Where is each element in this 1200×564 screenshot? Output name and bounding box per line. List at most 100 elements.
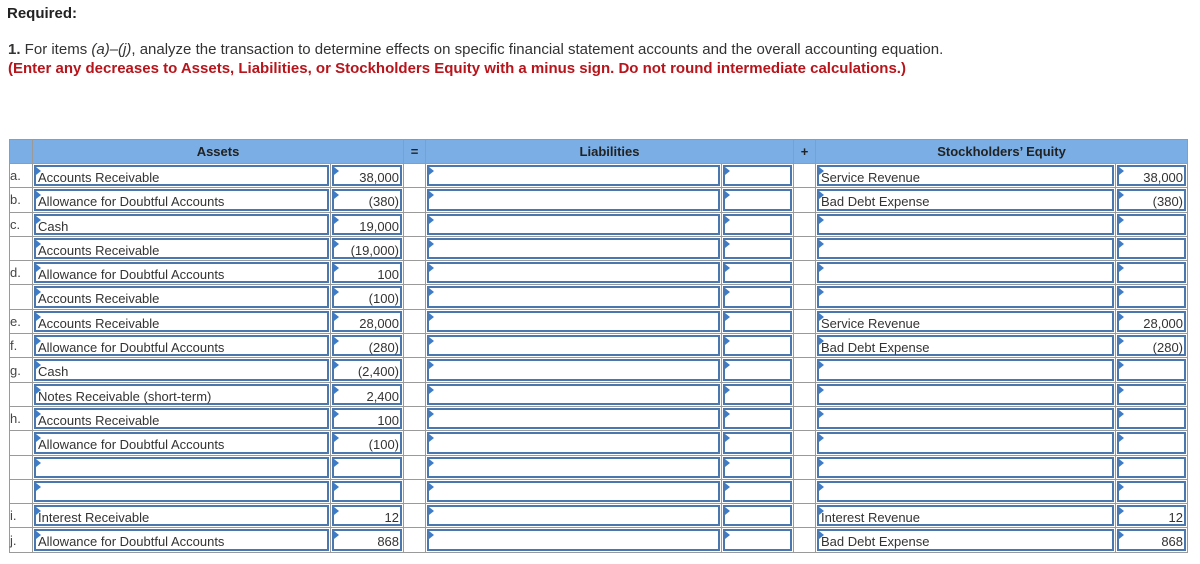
liability-account-dropdown[interactable] xyxy=(427,480,721,503)
equity-account-dropdown[interactable] xyxy=(817,407,1115,430)
equity-amount-input[interactable] xyxy=(1117,359,1187,381)
liability-account-dropdown[interactable] xyxy=(427,432,721,454)
liability-account-dropdown[interactable] xyxy=(427,189,721,211)
asset-account-dropdown[interactable]: Allowance for Doubtful Accounts xyxy=(34,432,329,454)
asset-account-dropdown[interactable]: Accounts Receivable xyxy=(34,165,329,187)
asset-account-dropdown[interactable]: Cash xyxy=(34,359,329,381)
liability-amount-input[interactable] xyxy=(723,286,793,308)
liability-amount-input[interactable] xyxy=(723,335,793,357)
liability-account-dropdown[interactable] xyxy=(427,310,721,333)
equity-amount-input[interactable] xyxy=(1117,480,1187,503)
equity-account-dropdown[interactable] xyxy=(817,213,1115,235)
liability-account-dropdown[interactable] xyxy=(427,383,721,405)
asset-account-dropdown[interactable]: Accounts Receivable xyxy=(34,310,329,333)
liability-amount-input[interactable] xyxy=(723,505,793,527)
equity-account-dropdown[interactable]: Interest Revenue xyxy=(817,505,1115,527)
liability-account-dropdown[interactable] xyxy=(427,237,721,260)
asset-amount-input[interactable]: 2,400 xyxy=(332,383,403,405)
operator-spacer xyxy=(403,308,427,335)
header-row: Assets = Liabilities + Stockholders’ Equ… xyxy=(9,139,1189,164)
liability-amount-input[interactable] xyxy=(723,310,793,333)
liability-account-dropdown[interactable] xyxy=(427,213,721,235)
liability-account-dropdown[interactable] xyxy=(427,262,721,284)
equity-amount-input[interactable] xyxy=(1117,237,1187,260)
equity-account-dropdown[interactable] xyxy=(817,432,1115,454)
asset-amount-input[interactable]: (19,000) xyxy=(332,237,403,260)
asset-amount-input[interactable]: (100) xyxy=(332,432,403,454)
asset-amount-input[interactable]: 100 xyxy=(332,262,403,284)
liability-account-dropdown[interactable] xyxy=(427,407,721,430)
equity-amount-input[interactable] xyxy=(1117,213,1187,235)
asset-amount-input[interactable]: 868 xyxy=(332,529,403,551)
liability-account-dropdown[interactable] xyxy=(427,529,721,551)
liability-account-dropdown[interactable] xyxy=(427,359,721,381)
asset-amount-input[interactable]: 38,000 xyxy=(332,165,403,187)
equity-amount-input[interactable] xyxy=(1117,456,1187,478)
equity-amount-input[interactable]: 38,000 xyxy=(1117,165,1187,187)
liability-amount-input[interactable] xyxy=(723,262,793,284)
asset-account-dropdown[interactable]: Allowance for Doubtful Accounts xyxy=(34,335,329,357)
equity-account-dropdown[interactable]: Bad Debt Expense xyxy=(817,189,1115,211)
equity-amount-input[interactable] xyxy=(1117,383,1187,405)
asset-amount-input[interactable]: (2,400) xyxy=(332,359,403,381)
asset-account-dropdown[interactable]: Allowance for Doubtful Accounts xyxy=(34,262,329,284)
liability-amount-input[interactable] xyxy=(723,237,793,260)
liability-amount-input[interactable] xyxy=(723,189,793,211)
liability-amount-input[interactable] xyxy=(723,456,793,478)
equity-amount-input[interactable]: 28,000 xyxy=(1117,310,1187,333)
equity-account-dropdown[interactable]: Bad Debt Expense xyxy=(817,335,1115,357)
equity-account-dropdown[interactable] xyxy=(817,456,1115,478)
equity-account-dropdown[interactable] xyxy=(817,237,1115,260)
liability-account-dropdown[interactable] xyxy=(427,335,721,357)
equity-amount-input[interactable] xyxy=(1117,407,1187,430)
equity-amount-input[interactable]: (380) xyxy=(1117,189,1187,211)
liability-amount-input[interactable] xyxy=(723,213,793,235)
equity-account-dropdown[interactable] xyxy=(817,359,1115,381)
liability-account-dropdown[interactable] xyxy=(427,286,721,308)
liability-account-dropdown[interactable] xyxy=(427,456,721,478)
equity-account-dropdown[interactable]: Service Revenue xyxy=(817,310,1115,333)
liability-amount-input[interactable] xyxy=(723,165,793,187)
equity-amount-input[interactable]: 12 xyxy=(1117,505,1187,527)
account-name: Notes Receivable (short-term) xyxy=(38,388,212,404)
liability-amount-input[interactable] xyxy=(723,480,793,503)
equity-account-dropdown[interactable] xyxy=(817,383,1115,405)
asset-account-dropdown[interactable]: Notes Receivable (short-term) xyxy=(34,383,329,405)
asset-amount-input[interactable]: 19,000 xyxy=(332,213,403,235)
equity-account-dropdown[interactable]: Bad Debt Expense xyxy=(817,529,1115,551)
equity-amount-input[interactable]: (280) xyxy=(1117,335,1187,357)
asset-account-dropdown[interactable]: Accounts Receivable xyxy=(34,286,329,308)
equity-amount-input[interactable] xyxy=(1117,262,1187,284)
asset-amount-input[interactable]: 12 xyxy=(332,505,403,527)
asset-amount-input[interactable]: (380) xyxy=(332,189,403,211)
liability-amount-input[interactable] xyxy=(723,359,793,381)
equity-account-dropdown[interactable] xyxy=(817,480,1115,503)
liability-account-dropdown[interactable] xyxy=(427,165,721,187)
asset-amount-input[interactable]: 100 xyxy=(332,407,403,430)
asset-amount-input[interactable]: (100) xyxy=(332,286,403,308)
asset-account-dropdown[interactable]: Accounts Receivable xyxy=(34,407,329,430)
liability-amount-input[interactable] xyxy=(723,407,793,430)
equity-account-dropdown[interactable] xyxy=(817,286,1115,308)
liability-amount-input[interactable] xyxy=(723,529,793,551)
equity-amount-input[interactable]: 868 xyxy=(1117,529,1187,551)
liability-amount-input[interactable] xyxy=(723,383,793,405)
liability-account-dropdown[interactable] xyxy=(427,505,721,527)
asset-account-dropdown[interactable] xyxy=(34,480,329,503)
equity-amount-input[interactable] xyxy=(1117,286,1187,308)
asset-amount-input[interactable] xyxy=(332,456,403,478)
asset-amount-input[interactable]: 28,000 xyxy=(332,310,403,333)
liability-amount-input[interactable] xyxy=(723,432,793,454)
equity-amount-input[interactable] xyxy=(1117,432,1187,454)
asset-account-dropdown[interactable] xyxy=(34,456,329,478)
asset-account-dropdown[interactable]: Accounts Receivable xyxy=(34,237,329,260)
equity-account-dropdown[interactable] xyxy=(817,262,1115,284)
asset-account-dropdown[interactable]: Cash xyxy=(34,213,329,235)
equity-account-dropdown[interactable]: Service Revenue xyxy=(817,165,1115,187)
asset-account-dropdown[interactable]: Interest Receivable xyxy=(34,505,329,527)
asset-amount-input[interactable] xyxy=(332,480,403,503)
asset-amount-input[interactable]: (280) xyxy=(332,335,403,357)
operator-spacer xyxy=(403,357,427,383)
asset-account-dropdown[interactable]: Allowance for Doubtful Accounts xyxy=(34,529,329,551)
asset-account-dropdown[interactable]: Allowance for Doubtful Accounts xyxy=(34,189,329,211)
